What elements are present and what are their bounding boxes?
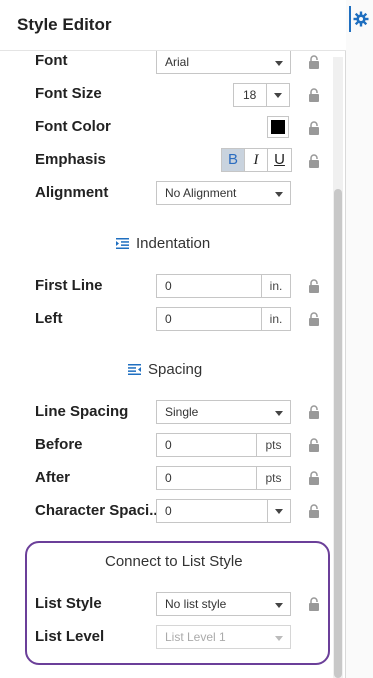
- before-unit: pts: [257, 433, 291, 457]
- line-spacing-select[interactable]: Single: [156, 400, 291, 424]
- alignment-label: Alignment: [35, 184, 109, 201]
- indentation-title-text: Indentation: [136, 235, 211, 252]
- lock-icon[interactable]: [308, 405, 320, 419]
- list-style-value: No list style: [165, 597, 227, 611]
- chevron-down-icon: [275, 411, 283, 416]
- before-input[interactable]: 0: [156, 433, 257, 457]
- lock-icon[interactable]: [308, 88, 320, 102]
- lock-icon[interactable]: [308, 438, 320, 452]
- chevron-down-icon: [275, 636, 283, 641]
- after-label: After: [35, 469, 71, 486]
- emphasis-button-group: B I U: [221, 148, 292, 172]
- panel-header: Style Editor: [0, 0, 346, 50]
- lock-icon[interactable]: [308, 471, 320, 485]
- list-level-value: List Level 1: [165, 630, 226, 644]
- chevron-down-icon: [274, 93, 282, 98]
- emphasis-label: Emphasis: [35, 151, 106, 168]
- underline-button[interactable]: U: [268, 149, 291, 171]
- font-color-label: Font Color: [35, 118, 111, 135]
- left-indent-unit: in.: [262, 307, 291, 331]
- left-indent-label: Left: [35, 310, 63, 327]
- character-spacing-combo[interactable]: 0: [156, 499, 291, 523]
- list-level-select[interactable]: List Level 1: [156, 625, 291, 649]
- alignment-value: No Alignment: [165, 186, 237, 200]
- gear-icon: [353, 11, 369, 27]
- page-title: Style Editor: [17, 15, 112, 34]
- settings-tab[interactable]: [349, 6, 371, 32]
- list-style-select[interactable]: No list style: [156, 592, 291, 616]
- line-spacing-value: Single: [165, 405, 199, 419]
- lock-icon[interactable]: [308, 121, 320, 135]
- lock-icon[interactable]: [308, 504, 320, 518]
- lock-icon[interactable]: [308, 597, 320, 611]
- first-line-label: First Line: [35, 277, 103, 294]
- bold-button[interactable]: B: [222, 149, 245, 171]
- spacing-title-text: Spacing: [148, 361, 203, 378]
- after-input[interactable]: 0: [156, 466, 257, 490]
- style-editor-panel: Style Editor Font Arial Font Size 18 Fon…: [0, 0, 346, 678]
- italic-button[interactable]: I: [245, 149, 268, 171]
- lock-icon[interactable]: [308, 279, 320, 293]
- before-label: Before: [35, 436, 83, 453]
- chevron-down-icon: [275, 603, 283, 608]
- alignment-select[interactable]: No Alignment: [156, 181, 291, 205]
- font-color-swatch[interactable]: [267, 116, 289, 138]
- character-spacing-label: Character Spaci...: [35, 502, 162, 519]
- spacing-icon: [128, 364, 141, 375]
- first-line-unit: in.: [262, 274, 291, 298]
- font-size-dropdown-button[interactable]: [266, 84, 289, 106]
- spacing-section-title: Spacing: [128, 361, 202, 378]
- chevron-down-icon: [275, 192, 283, 197]
- line-spacing-label: Line Spacing: [35, 403, 129, 420]
- header-divider: [0, 50, 346, 51]
- list-level-label: List Level: [35, 628, 105, 645]
- lock-icon[interactable]: [308, 55, 320, 69]
- font-size-label: Font Size: [35, 85, 102, 102]
- left-indent-input[interactable]: 0: [156, 307, 262, 331]
- panel-scrollbar[interactable]: [333, 57, 343, 678]
- chevron-down-icon: [275, 509, 283, 514]
- scrollbar-thumb[interactable]: [334, 189, 342, 678]
- after-unit: pts: [257, 466, 291, 490]
- font-size-value: 18: [243, 88, 257, 102]
- list-style-label: List Style: [35, 595, 102, 612]
- lock-icon[interactable]: [308, 154, 320, 168]
- chevron-down-icon: [275, 61, 283, 66]
- lock-icon[interactable]: [308, 312, 320, 326]
- indent-icon: [116, 238, 129, 249]
- character-spacing-dropdown-button[interactable]: [267, 500, 290, 522]
- list-style-section-title: Connect to List Style: [105, 553, 243, 570]
- font-select[interactable]: Arial: [156, 50, 291, 74]
- indentation-section-title: Indentation: [116, 235, 210, 252]
- font-color-fill: [271, 120, 285, 134]
- font-value: Arial: [165, 55, 190, 69]
- font-label: Font: [35, 52, 68, 69]
- character-spacing-value: 0: [165, 504, 172, 518]
- first-line-input[interactable]: 0: [156, 274, 262, 298]
- right-rail: [346, 0, 373, 678]
- font-size-stepper[interactable]: 18: [233, 83, 290, 107]
